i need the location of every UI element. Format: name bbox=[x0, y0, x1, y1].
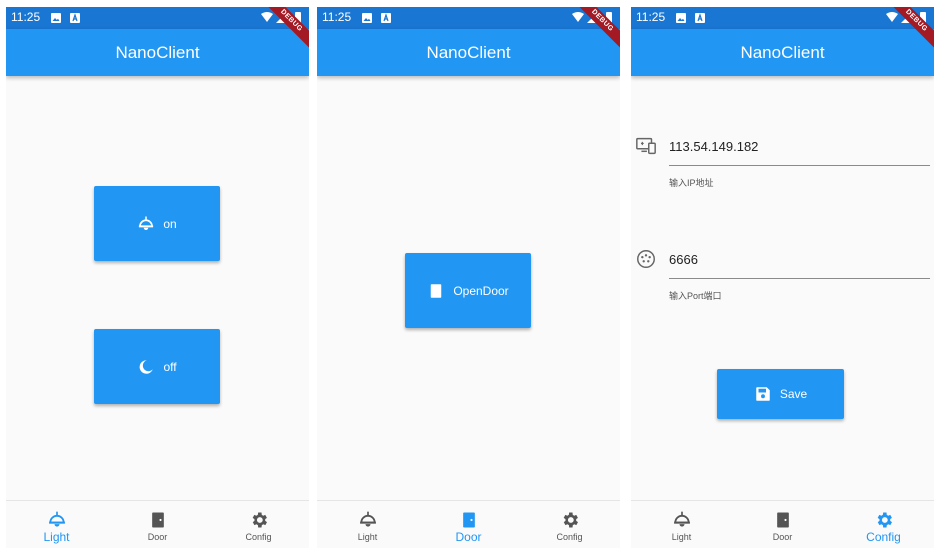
nav-label-config: Config bbox=[556, 532, 583, 542]
light-off-button[interactable]: off bbox=[94, 329, 220, 404]
status-bar: 11:25 bbox=[631, 7, 934, 29]
nav-item-light[interactable]: Light bbox=[631, 501, 732, 548]
nav-item-door[interactable]: Door bbox=[107, 501, 208, 548]
bulb-icon bbox=[137, 215, 155, 233]
status-time: 11:25 bbox=[636, 10, 666, 24]
app-bar: NanoClient bbox=[6, 29, 309, 76]
a-notification-icon bbox=[70, 13, 80, 23]
moon-icon bbox=[137, 358, 155, 376]
status-bar: 11:25 bbox=[6, 7, 309, 29]
nav-label-door: Door bbox=[147, 532, 168, 542]
config-screen: 11:25 DEBUG NanoClient 113.54.149.182 输入… bbox=[631, 7, 934, 548]
status-time: 11:25 bbox=[11, 10, 41, 24]
nav-label-door: Door bbox=[772, 532, 793, 542]
bulb-icon bbox=[672, 510, 692, 530]
image-notification-icon bbox=[362, 13, 372, 23]
light-off-label: off bbox=[163, 359, 177, 374]
bulb-icon bbox=[358, 510, 378, 530]
nav-label-light: Light bbox=[671, 532, 692, 542]
nav-item-door[interactable]: Door bbox=[732, 501, 833, 548]
a-notification-icon bbox=[381, 13, 391, 23]
port-input[interactable]: 6666 bbox=[669, 252, 698, 267]
bottom-navigation: Light Door Config bbox=[6, 500, 309, 548]
gear-icon bbox=[560, 510, 580, 530]
nav-label-config: Config bbox=[245, 532, 272, 542]
ip-input[interactable]: 113.54.149.182 bbox=[669, 139, 758, 154]
light-on-label: on bbox=[163, 216, 177, 231]
open-door-label: OpenDoor bbox=[453, 283, 509, 298]
open-door-button[interactable]: OpenDoor bbox=[405, 253, 531, 328]
port-input-underline bbox=[669, 278, 930, 279]
app-title: NanoClient bbox=[115, 43, 200, 62]
gear-icon bbox=[249, 510, 269, 530]
nav-item-config[interactable]: Config bbox=[833, 501, 934, 548]
a-notification-icon bbox=[695, 13, 705, 23]
port-hint: 输入Port端口 bbox=[669, 291, 722, 301]
app-title: NanoClient bbox=[426, 43, 511, 62]
status-bar: 11:25 bbox=[317, 7, 620, 29]
image-notification-icon bbox=[51, 13, 61, 23]
nav-item-config[interactable]: Config bbox=[208, 501, 309, 548]
app-title: NanoClient bbox=[740, 43, 825, 62]
door-icon bbox=[773, 510, 793, 530]
save-icon bbox=[754, 385, 772, 403]
door-icon bbox=[459, 510, 479, 530]
bottom-navigation: Light Door Config bbox=[631, 500, 934, 548]
door-icon bbox=[148, 510, 168, 530]
bulb-icon bbox=[47, 510, 67, 530]
light-screen: 11:25 DEBUG NanoClient on off Light Door… bbox=[6, 7, 309, 548]
monitor-icon bbox=[635, 135, 657, 157]
app-bar: NanoClient bbox=[317, 29, 620, 76]
nav-item-door[interactable]: Door bbox=[418, 501, 519, 548]
status-time: 11:25 bbox=[322, 10, 352, 24]
bottom-navigation: Light Door Config bbox=[317, 500, 620, 548]
gear-icon bbox=[874, 510, 894, 530]
save-button[interactable]: Save bbox=[717, 369, 844, 419]
nav-label-config: Config bbox=[866, 530, 901, 544]
ip-input-underline bbox=[669, 165, 930, 166]
nav-item-config[interactable]: Config bbox=[519, 501, 620, 548]
app-bar: NanoClient bbox=[631, 29, 934, 76]
nav-item-light[interactable]: Light bbox=[317, 501, 418, 548]
nav-label-light: Light bbox=[43, 530, 70, 544]
nav-label-door: Door bbox=[455, 530, 482, 544]
save-label: Save bbox=[779, 387, 808, 401]
image-notification-icon bbox=[676, 13, 686, 23]
door-screen: 11:25 DEBUG NanoClient OpenDoor Light Do… bbox=[317, 7, 620, 548]
nav-item-light[interactable]: Light bbox=[6, 501, 107, 548]
light-on-button[interactable]: on bbox=[94, 186, 220, 261]
nav-label-light: Light bbox=[357, 532, 378, 542]
door-icon bbox=[427, 282, 445, 300]
ip-hint: 输入IP地址 bbox=[669, 178, 714, 188]
port-icon bbox=[635, 248, 657, 270]
